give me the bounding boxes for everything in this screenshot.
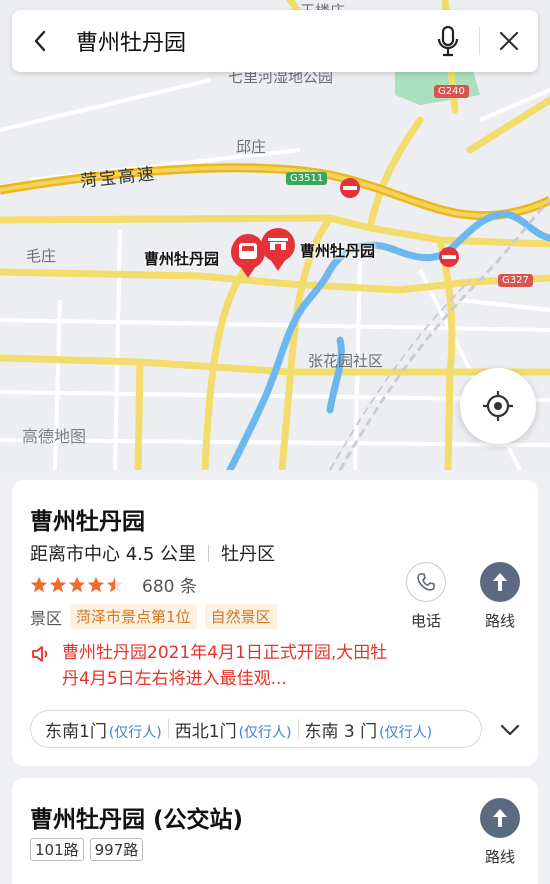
category-tag: 景区 bbox=[30, 608, 63, 628]
chevron-left-icon bbox=[34, 30, 46, 52]
map-poi-label-scenic[interactable]: 曹州牡丹园 bbox=[300, 240, 375, 261]
entrance-item[interactable]: 东南 3 门 (仅行人) bbox=[301, 717, 437, 742]
notice-banner[interactable]: 曹州牡丹园2021年4月1日正式开园,大田牡丹4月5日左右将进入最佳观... bbox=[30, 640, 392, 692]
voice-search-button[interactable] bbox=[423, 10, 473, 72]
bus-stop-marker[interactable] bbox=[231, 234, 265, 278]
entrance-name: 西北1门 bbox=[174, 721, 237, 742]
route-label: 路线 bbox=[484, 612, 515, 630]
map-poi-label-bus[interactable]: 曹州牡丹园 bbox=[144, 248, 219, 269]
no-entry-icon bbox=[340, 178, 360, 198]
divider bbox=[297, 719, 299, 739]
route-label: 路线 bbox=[484, 848, 515, 866]
route-circle bbox=[480, 562, 520, 602]
divider bbox=[167, 719, 169, 739]
divider bbox=[208, 544, 210, 562]
clear-search-button[interactable] bbox=[486, 10, 532, 72]
bus-route-pill[interactable]: 997路 bbox=[89, 838, 144, 861]
entrance-item[interactable]: 东南1门 (仅行人) bbox=[41, 717, 166, 742]
shield-g3511: G3511 bbox=[286, 172, 328, 185]
map-watermark: 高德地图 bbox=[22, 427, 87, 446]
shield-g327: G327 bbox=[498, 274, 533, 287]
search-input[interactable]: 曹州牡丹园 bbox=[68, 25, 423, 57]
poi-detail-card[interactable]: 曹州牡丹园 距离市中心 4.5 公里 牡丹区 680 条 景区 菏泽市景点第1位… bbox=[12, 480, 538, 766]
entrance-name: 东南 3 门 bbox=[304, 721, 378, 742]
bus-route-pill[interactable]: 101路 bbox=[30, 838, 84, 861]
star-icon bbox=[68, 576, 86, 592]
star-icon bbox=[30, 576, 48, 592]
distance-text: 距离市中心 4.5 公里 bbox=[30, 544, 197, 565]
back-button[interactable] bbox=[12, 10, 68, 72]
search-bar: 曹州牡丹园 bbox=[12, 10, 538, 72]
speaker-icon bbox=[32, 646, 48, 662]
route-arrow-icon bbox=[493, 809, 507, 827]
star-icon bbox=[106, 576, 124, 592]
search-divider bbox=[479, 27, 480, 55]
entrance-note: (仅行人) bbox=[379, 724, 433, 741]
notice-text: 曹州牡丹园2021年4月1日正式开园,大田牡丹4月5日左右将进入最佳观... bbox=[62, 643, 388, 689]
route-button[interactable]: 路线 bbox=[470, 562, 530, 631]
entrance-note: (仅行人) bbox=[238, 724, 292, 741]
entrance-name: 东南1门 bbox=[45, 721, 107, 742]
bus-route-button[interactable]: 路线 bbox=[470, 798, 530, 867]
bus-stop-title: 曹州牡丹园 (公交站) bbox=[30, 807, 244, 833]
entrance-list[interactable]: 东南1门 (仅行人) 西北1门 (仅行人) 东南 3 门 (仅行人) bbox=[30, 710, 482, 748]
microphone-icon bbox=[437, 25, 459, 57]
star-rating bbox=[30, 576, 124, 594]
phone-icon bbox=[417, 573, 435, 591]
poi-title: 曹州牡丹园 bbox=[30, 509, 145, 535]
bus-route-list: 101路 997路 bbox=[30, 838, 144, 861]
tag-row: 景区 菏泽市景点第1位 自然景区 bbox=[30, 604, 285, 629]
phone-label: 电话 bbox=[410, 612, 441, 630]
locate-button[interactable] bbox=[460, 368, 536, 444]
route-circle bbox=[480, 798, 520, 838]
map-label-maozhuang: 毛庄 bbox=[26, 247, 57, 265]
chevron-down-icon[interactable] bbox=[498, 718, 522, 742]
phone-button[interactable]: 电话 bbox=[396, 562, 456, 631]
rating-row[interactable]: 680 条 bbox=[30, 572, 197, 597]
star-icon bbox=[49, 576, 67, 592]
shield-g240: G240 bbox=[434, 85, 469, 98]
close-icon bbox=[499, 31, 519, 51]
phone-circle bbox=[406, 562, 446, 602]
map-label-qiuzhuang: 邱庄 bbox=[236, 138, 267, 156]
scenic-spot-marker[interactable] bbox=[261, 228, 295, 271]
distance-row: 距离市中心 4.5 公里 牡丹区 bbox=[30, 540, 275, 566]
route-arrow-icon bbox=[493, 573, 507, 591]
map-label-zhanghuayuan: 张花园社区 bbox=[308, 352, 384, 370]
district-text: 牡丹区 bbox=[221, 544, 276, 565]
no-entry-icon bbox=[439, 247, 459, 267]
entrance-item[interactable]: 西北1门 (仅行人) bbox=[171, 717, 296, 742]
star-icon bbox=[87, 576, 105, 592]
bus-stop-card[interactable]: 曹州牡丹园 (公交站) 101路 997路 路线 bbox=[12, 778, 538, 884]
ranking-tag[interactable]: 菏泽市景点第1位 bbox=[70, 604, 197, 629]
type-tag[interactable]: 自然景区 bbox=[204, 604, 277, 629]
review-count: 680 条 bbox=[142, 577, 197, 597]
locate-icon bbox=[483, 391, 513, 421]
entrance-note: (仅行人) bbox=[108, 724, 162, 741]
